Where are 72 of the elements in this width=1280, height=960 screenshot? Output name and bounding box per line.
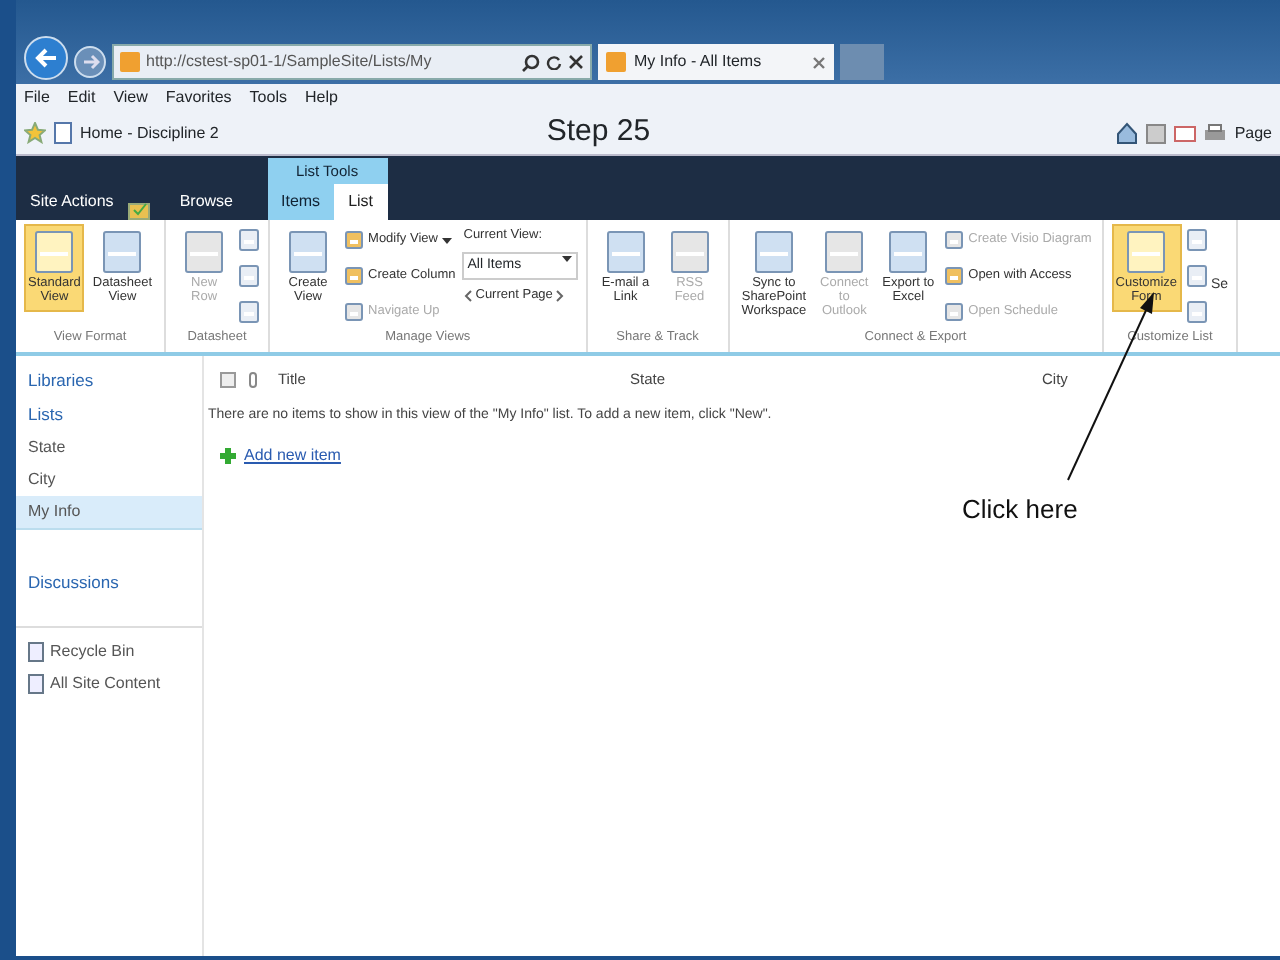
home-icon[interactable] xyxy=(1116,122,1139,144)
menu-item[interactable]: Tools xyxy=(249,86,287,110)
page-menu[interactable]: Page xyxy=(1234,121,1272,145)
page-icon xyxy=(606,52,626,72)
browser-tab[interactable]: My Info - All Items xyxy=(598,44,834,80)
caret-icon xyxy=(561,255,572,262)
mail-icon[interactable] xyxy=(1174,125,1197,141)
search-icon[interactable] xyxy=(522,53,540,71)
document-icon xyxy=(34,230,75,274)
document-icon xyxy=(944,230,965,251)
forward-arrow-icon xyxy=(81,54,99,70)
nav-link[interactable]: State xyxy=(16,431,202,463)
nav-link[interactable]: Libraries xyxy=(16,364,202,398)
document-icon xyxy=(102,230,143,274)
document-icon[interactable] xyxy=(1185,228,1208,253)
document-icon xyxy=(605,230,646,274)
document-icon xyxy=(944,266,965,287)
document-icon xyxy=(344,230,365,251)
menu-item[interactable]: View xyxy=(113,86,148,110)
document-icon[interactable] xyxy=(1185,300,1208,325)
back-button[interactable] xyxy=(24,36,68,80)
document-icon xyxy=(824,230,865,274)
document-icon[interactable] xyxy=(238,300,261,325)
nav-link[interactable]: My Info xyxy=(16,495,202,529)
page-icon xyxy=(54,122,72,144)
printer-icon[interactable] xyxy=(1204,123,1227,143)
ribbon-tab[interactable]: Browse xyxy=(165,184,247,220)
document-icon xyxy=(888,230,929,274)
document-icon xyxy=(344,302,365,323)
document-icon[interactable] xyxy=(238,264,261,289)
add-item-link[interactable]: Add new item xyxy=(244,443,341,468)
menu-item[interactable]: Help xyxy=(304,86,338,110)
document-icon[interactable] xyxy=(238,228,261,253)
document-icon xyxy=(344,266,365,287)
nav-link[interactable]: Recycle Bin xyxy=(16,626,202,669)
forward-button[interactable] xyxy=(74,46,106,78)
address-field[interactable]: http://cstest-sp01-1/SampleSite/Lists/My xyxy=(112,44,592,80)
menu-item[interactable]: Edit xyxy=(67,86,96,110)
nav-link[interactable]: City xyxy=(16,463,202,495)
caret-icon xyxy=(441,237,452,244)
document-icon xyxy=(1126,230,1167,274)
document-icon xyxy=(288,230,329,274)
url-text: http://cstest-sp01-1/SampleSite/Lists/My xyxy=(146,50,432,74)
chevron-left-icon[interactable] xyxy=(463,290,472,303)
menu-item[interactable]: File xyxy=(24,86,50,110)
callout-label: Click here xyxy=(962,492,1078,528)
ribbon-tab[interactable]: List xyxy=(334,184,388,220)
document-icon xyxy=(28,674,44,695)
site-actions-menu[interactable]: Site Actions xyxy=(16,184,128,220)
ribbon-tab[interactable]: Items xyxy=(267,184,335,220)
nav-link[interactable]: All Site Content xyxy=(16,668,202,701)
page-icon xyxy=(120,52,140,72)
document-icon xyxy=(944,302,965,323)
star-icon[interactable] xyxy=(24,122,46,144)
nav-link[interactable]: Lists xyxy=(16,397,202,431)
refresh-icon[interactable] xyxy=(546,54,562,70)
paperclip-icon xyxy=(248,371,258,388)
document-icon xyxy=(669,230,710,274)
document-icon xyxy=(753,230,794,274)
nav-link[interactable]: Discussions xyxy=(16,565,202,599)
chevron-right-icon[interactable] xyxy=(556,290,565,303)
step-label: Step 25 xyxy=(546,112,651,153)
folder-icon[interactable] xyxy=(127,200,150,220)
plus-icon xyxy=(220,447,236,464)
favorite-link[interactable]: Home - Discipline 2 xyxy=(80,121,219,145)
document-icon[interactable] xyxy=(1185,264,1208,289)
close-icon[interactable] xyxy=(568,54,584,70)
tab-title: My Info - All Items xyxy=(634,50,762,74)
back-arrow-icon xyxy=(34,48,58,68)
select-all-checkbox[interactable] xyxy=(220,371,236,388)
menu-item[interactable]: Favorites xyxy=(165,86,232,110)
document-icon xyxy=(184,230,225,274)
